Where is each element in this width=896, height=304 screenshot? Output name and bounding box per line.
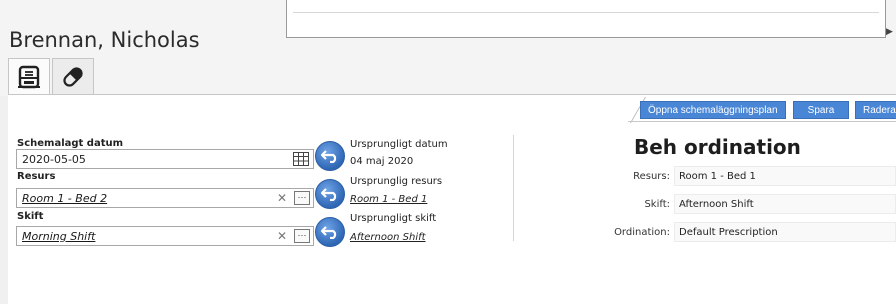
original-date-label: Ursprungligt datum bbox=[350, 139, 448, 150]
tab-prescription[interactable] bbox=[52, 58, 94, 94]
top-panel-box bbox=[286, 0, 886, 38]
details-prescription-value: Default Prescription bbox=[679, 227, 778, 238]
original-shift-value[interactable]: Afternoon Shift bbox=[350, 232, 426, 243]
details-resource-value: Room 1 - Bed 1 bbox=[679, 171, 756, 182]
details-resource-box: Room 1 - Bed 1 bbox=[674, 166, 896, 186]
revert-resource-button[interactable] bbox=[315, 179, 345, 209]
clear-shift-icon[interactable]: ✕ bbox=[277, 229, 287, 243]
scheduled-date-value: 2020-05-05 bbox=[22, 153, 86, 166]
details-prescription-box: Default Prescription bbox=[674, 222, 896, 242]
shift-value-link[interactable]: Morning Shift bbox=[22, 230, 95, 243]
clear-resource-icon[interactable]: ✕ bbox=[277, 191, 287, 205]
original-shift-label: Ursprungligt skift bbox=[350, 213, 437, 224]
details-resource-label: Resurs: bbox=[633, 171, 670, 182]
schedule-planner-icon bbox=[18, 65, 40, 88]
open-schedule-plan-button[interactable]: Öppna schemaläggningsplan bbox=[640, 101, 786, 119]
main-content: Öppna schemaläggningsplan Spara Radera S… bbox=[8, 94, 896, 304]
scheduled-date-label: Schemalagt datum bbox=[17, 138, 124, 149]
details-prescription-label: Ordination: bbox=[614, 227, 670, 238]
scheduled-date-field[interactable]: 2020-05-05 bbox=[16, 149, 314, 169]
resource-browse-button[interactable]: ··· bbox=[294, 191, 310, 205]
shift-field[interactable]: Morning Shift ✕ ··· bbox=[16, 226, 314, 246]
save-button[interactable]: Spara bbox=[793, 101, 849, 119]
shift-label: Skift bbox=[17, 211, 44, 222]
scroll-right-icon[interactable]: ▶ bbox=[886, 26, 893, 37]
original-resource-value[interactable]: Room 1 - Bed 1 bbox=[350, 194, 427, 205]
revert-date-button[interactable] bbox=[315, 141, 345, 171]
details-shift-value: Afternoon Shift bbox=[679, 199, 754, 210]
details-title: Beh ordination bbox=[634, 135, 801, 159]
shift-browse-button[interactable]: ··· bbox=[294, 229, 310, 243]
original-date-value: 04 maj 2020 bbox=[350, 156, 414, 167]
undo-arrow-icon bbox=[321, 188, 337, 201]
patient-name: Brennan, Nicholas bbox=[9, 28, 200, 52]
column-divider bbox=[513, 135, 514, 241]
delete-button[interactable]: Radera bbox=[855, 101, 896, 119]
details-shift-label: Skift: bbox=[644, 199, 670, 210]
pill-icon bbox=[63, 66, 83, 87]
original-resource-label: Ursprunglig resurs bbox=[350, 176, 443, 187]
undo-arrow-icon bbox=[321, 150, 337, 163]
undo-arrow-icon bbox=[321, 226, 337, 239]
resource-label: Resurs bbox=[17, 171, 56, 182]
details-shift-box: Afternoon Shift bbox=[674, 194, 896, 214]
header-area: ▶ Brennan, Nicholas bbox=[0, 0, 896, 96]
calendar-icon[interactable] bbox=[293, 152, 309, 166]
revert-shift-button[interactable] bbox=[315, 217, 345, 247]
tab-schedule[interactable] bbox=[8, 58, 50, 94]
resource-value-link[interactable]: Room 1 - Bed 2 bbox=[22, 192, 107, 205]
resource-field[interactable]: Room 1 - Bed 2 ✕ ··· bbox=[16, 188, 314, 208]
